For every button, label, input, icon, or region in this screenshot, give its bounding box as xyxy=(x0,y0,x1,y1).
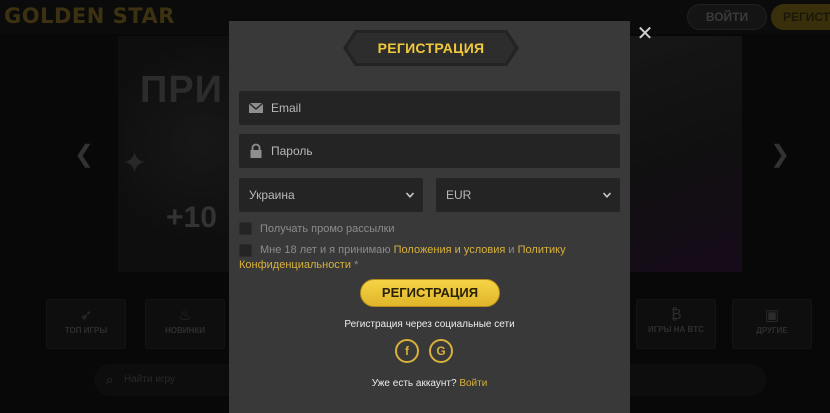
register-submit-button[interactable]: РЕГИСТРАЦИЯ xyxy=(360,279,500,307)
privacy-link-part2[interactable]: Конфиденциальности xyxy=(239,259,351,271)
and-text: и xyxy=(508,244,515,256)
existing-account-line: Уже есть аккаунт? Войти xyxy=(229,378,630,389)
login-link[interactable]: Войти xyxy=(459,378,487,389)
modal-title: РЕГИСТРАЦИЯ xyxy=(377,40,485,56)
chevron-down-icon xyxy=(602,192,612,198)
promo-consent-label: Получать промо рассылки xyxy=(260,223,395,235)
required-mark: * xyxy=(354,259,359,271)
registration-modal: РЕГИСТРАЦИЯ Украина EUR Получать промо р… xyxy=(229,21,630,413)
country-select[interactable]: Украина xyxy=(239,178,423,212)
privacy-link-part1[interactable]: Политику xyxy=(518,244,566,256)
currency-select-value: EUR xyxy=(446,188,472,202)
social-login-caption: Регистрация через социальные сети xyxy=(344,319,515,330)
chevron-down-icon xyxy=(405,192,415,198)
envelope-icon xyxy=(248,102,264,113)
password-field-wrapper xyxy=(239,134,620,168)
modal-title-plate: РЕГИСТРАЦИЯ xyxy=(343,30,519,66)
close-icon[interactable]: ✕ xyxy=(636,24,654,44)
email-input[interactable] xyxy=(271,91,612,125)
google-icon[interactable]: G xyxy=(429,339,453,363)
have-account-text: Уже есть аккаунт? xyxy=(371,378,457,389)
lock-icon xyxy=(250,143,262,158)
terms-link[interactable]: Положения и условия xyxy=(394,244,506,256)
facebook-icon[interactable]: f xyxy=(395,339,419,363)
password-input[interactable] xyxy=(271,134,612,168)
currency-select[interactable]: EUR xyxy=(436,178,620,212)
email-field-wrapper xyxy=(239,91,620,125)
terms-checkbox[interactable] xyxy=(239,244,252,257)
terms-consent-row: Мне 18 лет и я принимаю Положения и усло… xyxy=(239,243,599,273)
age-consent-text: Мне 18 лет и я принимаю xyxy=(260,244,391,256)
promo-checkbox[interactable] xyxy=(239,222,252,235)
country-select-value: Украина xyxy=(249,188,295,202)
